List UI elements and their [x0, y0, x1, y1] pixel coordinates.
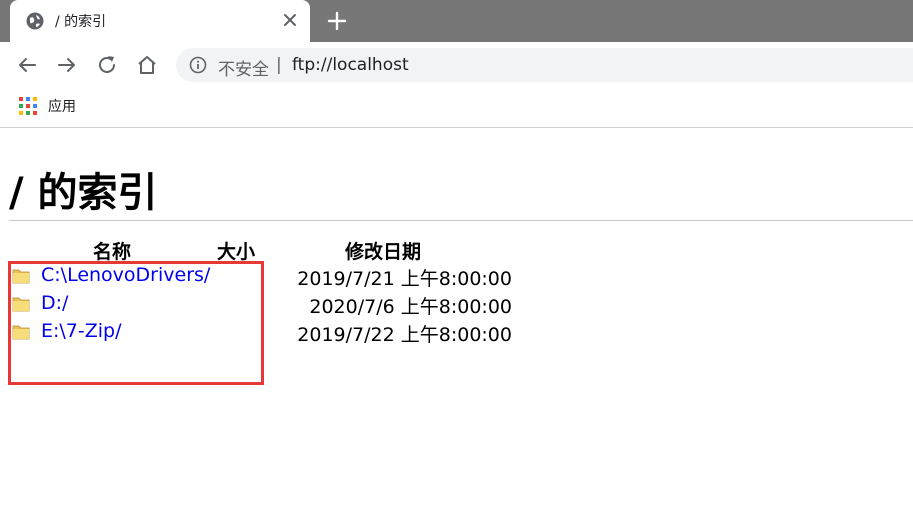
- entry-modified-date: 2020/7/6 上午8:00:00: [309, 296, 512, 318]
- tab-strip: / 的索引: [0, 0, 913, 42]
- security-label[interactable]: 不安全: [218, 55, 269, 80]
- omnibox-separator: |: [276, 55, 282, 75]
- close-icon[interactable]: [280, 10, 300, 30]
- page-title: / 的索引: [9, 170, 158, 216]
- column-header-modified[interactable]: 修改日期: [345, 237, 421, 264]
- bookmark-apps[interactable]: 应用: [48, 96, 76, 116]
- info-icon[interactable]: [189, 56, 207, 74]
- back-arrow-icon[interactable]: [15, 53, 39, 77]
- browser-toolbar: 不安全 | ftp://localhost: [0, 42, 913, 88]
- entry-modified-date: 2019/7/22 上午8:00:00: [297, 324, 512, 346]
- home-icon[interactable]: [135, 53, 159, 77]
- annotation-highlight-box: [8, 261, 264, 385]
- title-divider: [9, 220, 913, 221]
- forward-arrow-icon[interactable]: [55, 53, 79, 77]
- bookmarks-bar: 应用: [0, 88, 913, 128]
- reload-icon[interactable]: [95, 53, 119, 77]
- browser-tab[interactable]: / 的索引: [10, 0, 310, 42]
- new-tab-plus-icon[interactable]: [325, 9, 349, 33]
- globe-icon: [26, 12, 44, 30]
- tab-title: / 的索引: [55, 14, 107, 30]
- column-header-name[interactable]: 名称: [93, 237, 131, 264]
- url-text[interactable]: ftp://localhost: [292, 55, 409, 75]
- entry-modified-date: 2019/7/21 上午8:00:00: [297, 268, 512, 290]
- column-header-size[interactable]: 大小: [217, 237, 255, 264]
- address-bar[interactable]: 不安全 | ftp://localhost: [176, 48, 913, 82]
- apps-grid-icon[interactable]: [19, 97, 37, 115]
